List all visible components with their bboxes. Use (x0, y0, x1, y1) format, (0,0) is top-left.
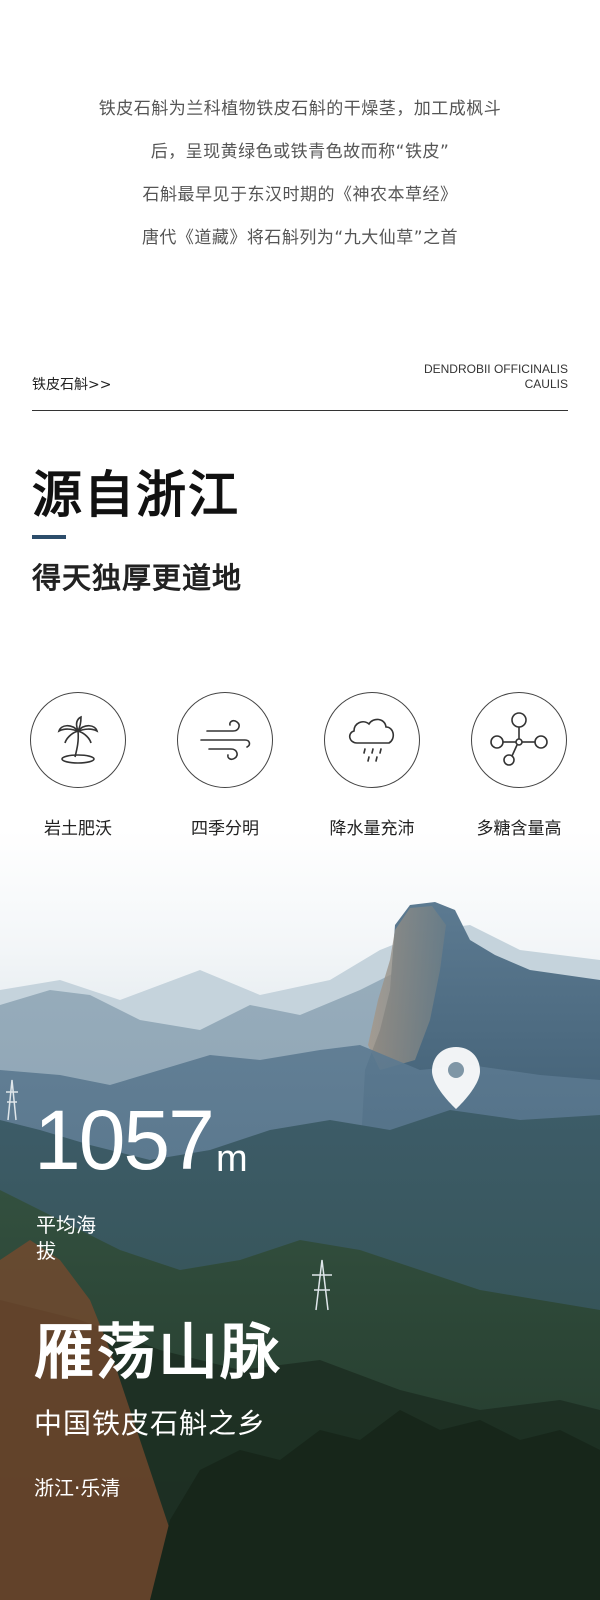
accent-bar (32, 535, 66, 539)
wind-icon (177, 692, 273, 788)
altitude-unit: m (216, 1138, 248, 1180)
intro-line-1: 铁皮石斛为兰科植物铁皮石斛的干燥茎，加工成枫斗 (98, 99, 502, 119)
page-subtitle: 得天独厚更道地 (32, 561, 243, 595)
intro-line-3: 石斛最早见于东汉时期的《神农本草经》 (142, 185, 458, 205)
latin-line-2: CAULIS (524, 377, 568, 391)
molecule-icon (471, 692, 567, 788)
rain-cloud-icon (324, 692, 420, 788)
feature-seasons: 四季分明 (160, 692, 290, 839)
mountain-name: 雁荡山脉 (34, 1318, 282, 1388)
intro-line-2: 后，呈现黄绿色或铁青色故而称“铁皮” (150, 142, 450, 162)
location-pin-icon[interactable] (430, 1045, 482, 1115)
palm-tree-icon (30, 692, 126, 788)
feature-polysaccharide: 多糖含量高 (454, 692, 584, 839)
location-label: 浙江·乐清 (34, 1476, 121, 1500)
feature-label: 四季分明 (191, 819, 259, 839)
feature-rain: 降水量充沛 (307, 692, 437, 839)
feature-soil: 岩土肥沃 (13, 692, 143, 839)
feature-label: 多糖含量高 (476, 819, 562, 839)
altitude-label: 平均海拔 (36, 1213, 96, 1263)
latin-line-1: DENDROBII OFFICINALIS (423, 362, 568, 376)
mountain-subtitle: 中国铁皮石斛之乡 (34, 1407, 267, 1440)
section-latin-name: DENDROBII OFFICINALIS CAULIS (424, 362, 568, 392)
intro-text: 铁皮石斛为兰科植物铁皮石斛的干燥茎，加工成枫斗 后，呈现黄绿色或铁青色故而称“铁… (0, 88, 600, 260)
section-link[interactable]: 铁皮石斛>> (32, 374, 111, 394)
feature-label: 岩土肥沃 (44, 819, 112, 839)
section-header: 铁皮石斛>> DENDROBII OFFICINALIS CAULIS (32, 356, 568, 411)
feature-label: 降水量充沛 (329, 819, 415, 839)
page-title: 源自浙江 (32, 465, 240, 524)
altitude-value: 1057 (34, 1093, 215, 1187)
intro-line-4: 唐代《道藏》将石斛列为“九大仙草”之首 (141, 228, 459, 248)
feature-list: 岩土肥沃 四季分明 降水量充沛 多糖含量高 (0, 692, 600, 842)
